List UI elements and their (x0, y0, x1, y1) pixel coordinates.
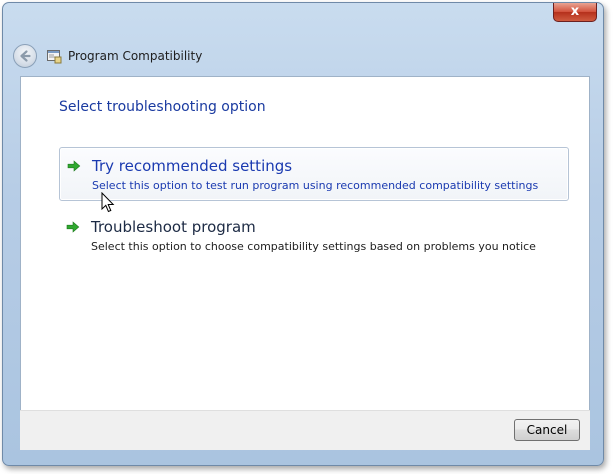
back-arrow-icon (20, 50, 31, 62)
program-compatibility-icon (47, 50, 62, 64)
footer-bar: Cancel (20, 410, 590, 450)
option-description: Select this option to choose compatibili… (91, 240, 536, 253)
option-title: Try recommended settings (92, 157, 293, 175)
back-button[interactable] (13, 44, 37, 68)
option-troubleshoot-program[interactable]: Troubleshoot program Select this option … (59, 209, 569, 263)
close-button[interactable]: x (553, 3, 597, 22)
window-title: Program Compatibility (68, 49, 203, 63)
green-arrow-icon (66, 221, 80, 233)
navigation-bar: Program Compatibility (11, 41, 595, 71)
mouse-pointer-icon (101, 192, 115, 213)
content-panel: Select troubleshooting option Try recomm… (20, 76, 590, 411)
option-description: Select this option to test run program u… (92, 179, 539, 192)
program-compatibility-window: x Program Compatibility Select troublesh… (2, 2, 604, 466)
green-arrow-icon (67, 160, 81, 172)
cancel-button[interactable]: Cancel (514, 419, 580, 441)
page-title: Select troubleshooting option (59, 99, 266, 115)
option-try-recommended-settings[interactable]: Try recommended settings Select this opt… (59, 147, 569, 201)
option-title: Troubleshoot program (91, 218, 256, 236)
